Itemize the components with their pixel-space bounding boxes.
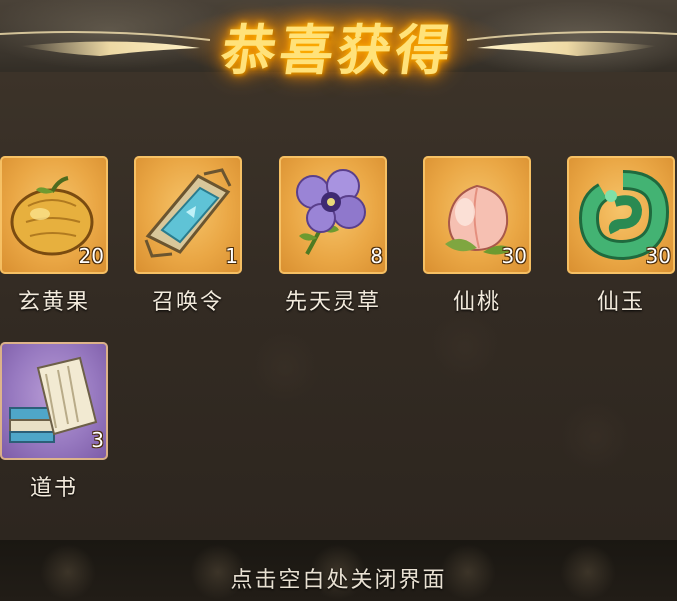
item-name: 玄黄果	[17, 290, 90, 315]
item-name: 召唤令	[151, 290, 224, 315]
summon-token-icon	[144, 168, 232, 258]
item-quantity: 8	[370, 244, 383, 268]
item-name: 仙玉	[596, 290, 645, 315]
spirit-herb-icon	[296, 169, 366, 255]
item-name: 仙桃	[452, 290, 501, 315]
item-quantity: 30	[501, 244, 527, 268]
close-hint[interactable]: 点击空白处关闭界面	[0, 562, 677, 594]
reward-grid: 20 玄黄果 1 召唤令 8 先天灵草 30 仙桃 30 仙玉 3 道书	[0, 0, 677, 601]
taoist-book-icon	[9, 356, 98, 443]
item-quantity: 3	[91, 428, 104, 452]
item-quantity: 20	[78, 244, 104, 268]
item-name: 道书	[29, 476, 78, 501]
item-name: 先天灵草	[284, 290, 381, 315]
item-quantity: 30	[645, 244, 671, 268]
item-quantity: 1	[225, 244, 238, 268]
